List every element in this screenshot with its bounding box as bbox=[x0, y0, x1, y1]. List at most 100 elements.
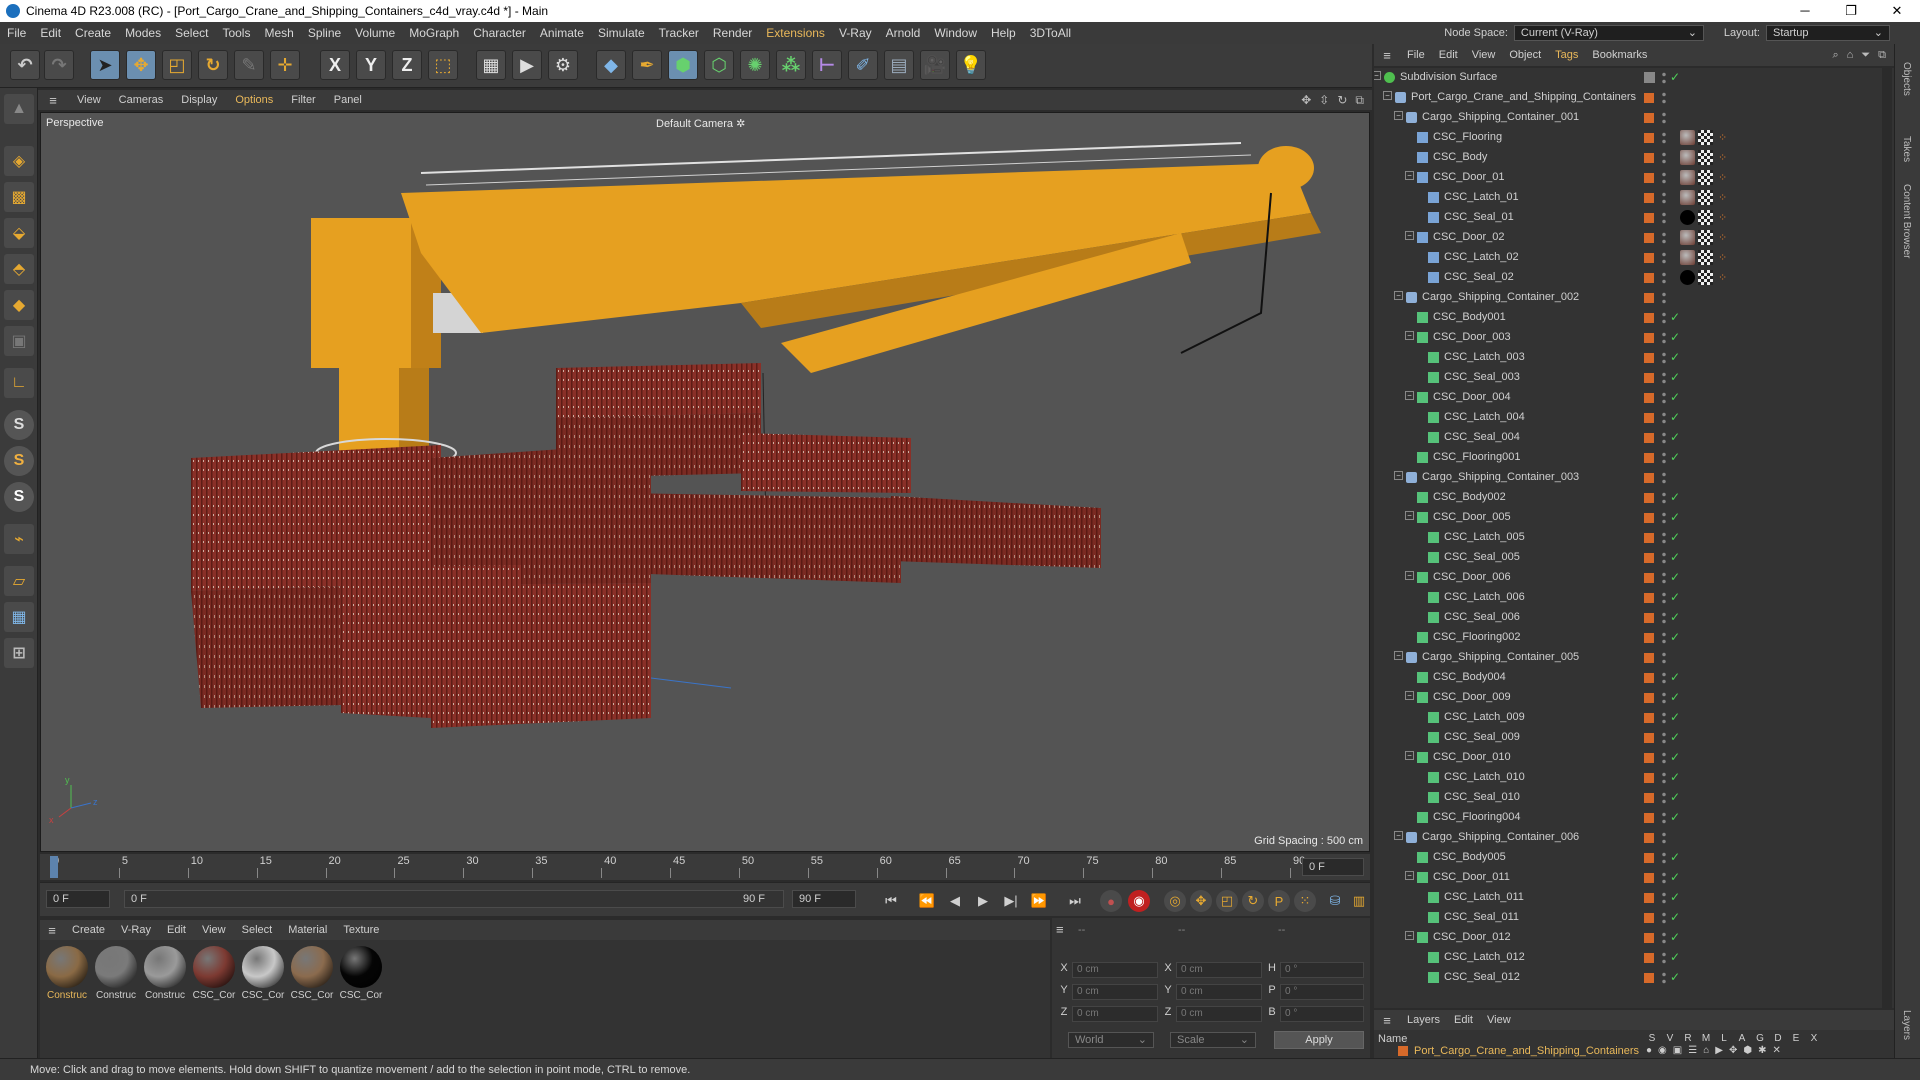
menu-simulate[interactable]: Simulate bbox=[591, 26, 652, 40]
bend-icon[interactable]: ⬡ bbox=[704, 50, 734, 80]
rotation-field[interactable]: 0 ° bbox=[1280, 984, 1364, 1000]
object-row[interactable]: CSC_Latch_006 ✓ bbox=[1374, 588, 1894, 608]
enabled-check-icon[interactable]: ✓ bbox=[1670, 490, 1680, 504]
menu-volume[interactable]: Volume bbox=[348, 26, 402, 40]
enabled-check-icon[interactable]: ✓ bbox=[1670, 630, 1680, 644]
restore-button[interactable]: ❐ bbox=[1828, 3, 1874, 19]
visible-render-icon[interactable]: ▣ bbox=[1673, 1045, 1682, 1056]
object-menu-edit[interactable]: Edit bbox=[1432, 49, 1465, 61]
expand-toggle-icon[interactable]: − bbox=[1405, 391, 1414, 400]
enabled-check-icon[interactable]: ✓ bbox=[1670, 910, 1680, 924]
enabled-check-icon[interactable]: ✓ bbox=[1670, 770, 1680, 784]
visibility-dots-icon[interactable] bbox=[1661, 431, 1667, 445]
viewport-menu-display[interactable]: Display bbox=[172, 94, 226, 106]
object-row[interactable]: CSC_Seal_009 ✓ bbox=[1374, 728, 1894, 748]
generators-icon[interactable]: ✥ bbox=[1729, 1045, 1737, 1056]
key-rotation-icon[interactable]: ↻ bbox=[1242, 890, 1264, 912]
node-space-dropdown[interactable]: Current (V-Ray) ⌄ bbox=[1513, 25, 1704, 41]
maximize-view-icon[interactable]: ⧉ bbox=[1355, 93, 1364, 108]
uvw-tag-icon[interactable] bbox=[1698, 250, 1713, 265]
uvw-tag-icon[interactable] bbox=[1698, 210, 1713, 225]
motion-system-icon[interactable]: ⛁ bbox=[1324, 890, 1346, 912]
minimize-button[interactable]: ─ bbox=[1782, 3, 1828, 19]
select-icon[interactable]: ➤ bbox=[90, 50, 120, 80]
menu-3dtoall[interactable]: 3DToAll bbox=[1023, 26, 1078, 40]
visibility-dots-icon[interactable] bbox=[1661, 891, 1667, 905]
material-tag-icon[interactable] bbox=[1680, 250, 1695, 265]
enabled-check-icon[interactable]: ✓ bbox=[1670, 670, 1680, 684]
layer-name[interactable]: Port_Cargo_Crane_and_Shipping_Containers bbox=[1414, 1045, 1639, 1057]
visible-editor-icon[interactable]: ◉ bbox=[1658, 1045, 1667, 1056]
uvw-tag-icon[interactable] bbox=[1698, 190, 1713, 205]
object-row[interactable]: CSC_Latch_004 ✓ bbox=[1374, 408, 1894, 428]
animation-icon[interactable]: ▶ bbox=[1715, 1045, 1723, 1056]
position-field[interactable]: 0 cm bbox=[1072, 984, 1158, 1000]
render-settings-icon[interactable]: ⚙ bbox=[548, 50, 578, 80]
layer-color-icon[interactable] bbox=[1644, 133, 1654, 143]
enabled-check-icon[interactable]: ✓ bbox=[1670, 70, 1680, 84]
object-row[interactable]: CSC_Flooring002 ✓ bbox=[1374, 628, 1894, 648]
visibility-dots-icon[interactable] bbox=[1661, 471, 1667, 485]
visibility-dots-icon[interactable] bbox=[1661, 751, 1667, 765]
grid-icon[interactable]: ▦ bbox=[4, 602, 34, 632]
layer-color-icon[interactable] bbox=[1644, 793, 1654, 803]
layer-color-icon[interactable] bbox=[1644, 473, 1654, 483]
enabled-check-icon[interactable]: ✓ bbox=[1670, 370, 1680, 384]
material-tag-icon[interactable] bbox=[1680, 190, 1695, 205]
visibility-dots-icon[interactable] bbox=[1661, 331, 1667, 345]
object-row[interactable]: CSC_Seal_01 ⁘ bbox=[1374, 208, 1894, 228]
layer-color-icon[interactable] bbox=[1644, 953, 1654, 963]
apply-button[interactable]: Apply bbox=[1274, 1031, 1364, 1049]
layer-color-icon[interactable] bbox=[1644, 173, 1654, 183]
position-field[interactable]: 0 cm bbox=[1072, 1006, 1158, 1022]
object-row[interactable]: CSC_Flooring004 ✓ bbox=[1374, 808, 1894, 828]
solo-icon[interactable]: ● bbox=[1646, 1045, 1652, 1056]
visibility-dots-icon[interactable] bbox=[1661, 151, 1667, 165]
enabled-check-icon[interactable]: ✓ bbox=[1670, 390, 1680, 404]
filter-icon[interactable]: ⏷ bbox=[1861, 49, 1870, 62]
xref-icon[interactable]: ✕ bbox=[1772, 1045, 1780, 1056]
visibility-dots-icon[interactable] bbox=[1661, 351, 1667, 365]
enabled-check-icon[interactable]: ✓ bbox=[1670, 570, 1680, 584]
material-tag-icon[interactable] bbox=[1680, 150, 1695, 165]
transform-icon[interactable]: ✛ bbox=[270, 50, 300, 80]
sculpt-icon[interactable]: ✐ bbox=[848, 50, 878, 80]
visibility-dots-icon[interactable] bbox=[1661, 91, 1667, 105]
object-row[interactable]: CSC_Latch_005 ✓ bbox=[1374, 528, 1894, 548]
menu-mograph[interactable]: MoGraph bbox=[402, 26, 466, 40]
visibility-dots-icon[interactable] bbox=[1661, 71, 1667, 85]
new-window-icon[interactable]: ⧉ bbox=[1878, 49, 1886, 62]
phong-tag-icon[interactable]: ⁘ bbox=[1718, 191, 1727, 204]
layer-color-icon[interactable] bbox=[1644, 273, 1654, 283]
hamburger-icon[interactable]: ≡ bbox=[1374, 48, 1400, 63]
object-row[interactable]: − CSC_Door_006 ✓ bbox=[1374, 568, 1894, 588]
current-frame-field[interactable]: 0 F bbox=[46, 890, 110, 908]
material-swatch[interactable]: Construc bbox=[93, 946, 139, 1001]
object-row[interactable]: CSC_Seal_006 ✓ bbox=[1374, 608, 1894, 628]
expressions-icon[interactable]: ✱ bbox=[1758, 1045, 1766, 1056]
layer-color-icon[interactable] bbox=[1644, 153, 1654, 163]
layer-color-icon[interactable] bbox=[1644, 813, 1654, 823]
phong-tag-icon[interactable]: ⁘ bbox=[1718, 211, 1727, 224]
object-row[interactable]: − CSC_Door_003 ✓ bbox=[1374, 328, 1894, 348]
object-row[interactable]: CSC_Latch_009 ✓ bbox=[1374, 708, 1894, 728]
x-axis-icon[interactable]: X bbox=[320, 50, 350, 80]
3d-viewport[interactable]: Perspective Default Camera ✲ y z x Grid … bbox=[40, 112, 1370, 852]
layer-color-icon[interactable] bbox=[1644, 233, 1654, 243]
layer-menu-view[interactable]: View bbox=[1480, 1014, 1518, 1026]
field-icon[interactable]: ⊢ bbox=[812, 50, 842, 80]
visibility-dots-icon[interactable] bbox=[1661, 791, 1667, 805]
object-row[interactable]: − CSC_Door_010 ✓ bbox=[1374, 748, 1894, 768]
object-row[interactable]: − Cargo_Shipping_Container_003 bbox=[1374, 468, 1894, 488]
layer-color-icon[interactable] bbox=[1644, 393, 1654, 403]
visibility-dots-icon[interactable] bbox=[1661, 831, 1667, 845]
object-row[interactable]: CSC_Latch_010 ✓ bbox=[1374, 768, 1894, 788]
previous-key-icon[interactable]: ⏪ bbox=[916, 890, 938, 912]
enabled-check-icon[interactable]: ✓ bbox=[1670, 730, 1680, 744]
object-row[interactable]: − CSC_Door_02 ⁘ bbox=[1374, 228, 1894, 248]
layer-color-icon[interactable] bbox=[1644, 213, 1654, 223]
phong-tag-icon[interactable]: ⁘ bbox=[1718, 251, 1727, 264]
layer-color-icon[interactable] bbox=[1644, 653, 1654, 663]
size-field[interactable]: 0 cm bbox=[1176, 984, 1262, 1000]
material-tag-icon[interactable] bbox=[1680, 270, 1695, 285]
